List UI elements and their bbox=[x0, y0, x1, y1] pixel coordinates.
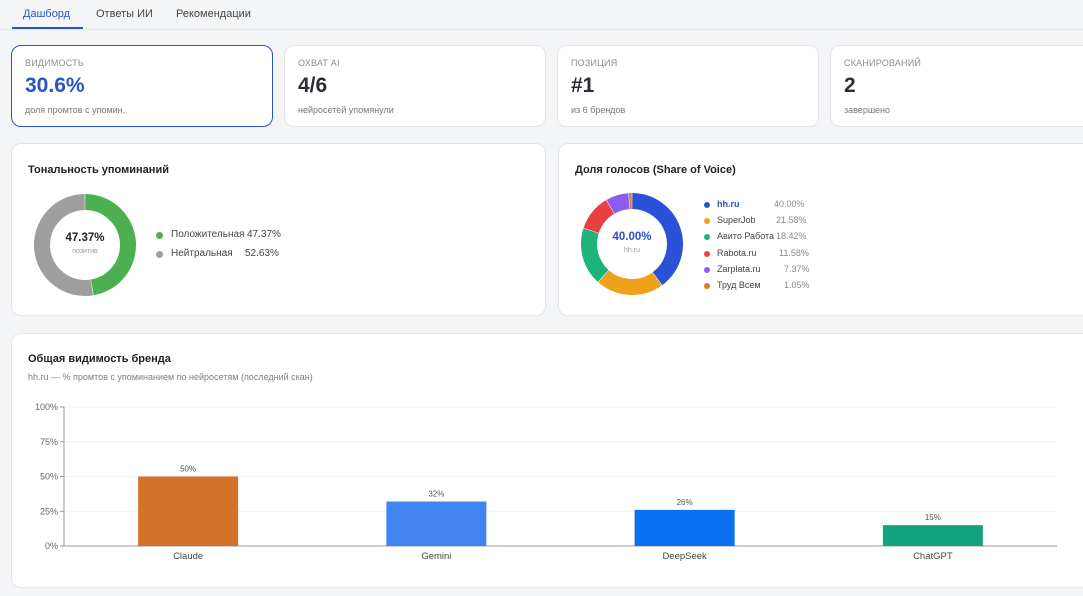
kpi-subtext: завершено bbox=[844, 105, 891, 115]
legend-dot bbox=[704, 283, 710, 289]
kpi-label: СКАНИРОВАНИЙ bbox=[844, 58, 922, 68]
legend-dot bbox=[704, 234, 710, 240]
card-title: Тональность упоминаний bbox=[28, 164, 169, 176]
donut-center-value: 47.37% bbox=[65, 232, 105, 244]
tab-ai-answers[interactable]: Ответы ИИ bbox=[96, 8, 153, 20]
card-subtitle: hh.ru — % промтов с упоминанием по нейро… bbox=[28, 372, 313, 382]
donut-center-value: 40.00% bbox=[612, 231, 652, 243]
sentiment-card: Тональность упоминаний 47.37% позитив По… bbox=[11, 143, 546, 316]
sov-legend-item: Rabota.ru 11.58% bbox=[704, 248, 824, 262]
kpi-card-position[interactable]: ПОЗИЦИЯ #1 из 6 брендов bbox=[557, 45, 819, 127]
kpi-label: ВИДИМОСТЬ bbox=[25, 58, 84, 68]
legend-label: Положительная bbox=[171, 229, 245, 240]
sentiment-slice-1 bbox=[34, 194, 94, 296]
tab-recommendations[interactable]: Рекомендации bbox=[176, 8, 251, 20]
kpi-value: 4/6 bbox=[298, 74, 328, 97]
legend-label: Труд Всем bbox=[717, 280, 761, 290]
bar-chatgpt[interactable] bbox=[882, 525, 983, 546]
kpi-value: #1 bbox=[571, 74, 595, 97]
y-tick-label: 75% bbox=[40, 437, 58, 447]
sentiment-slice-0 bbox=[84, 194, 136, 296]
legend-value: 11.58% bbox=[779, 248, 809, 258]
tab-dashboard[interactable]: Дашборд bbox=[23, 8, 70, 20]
legend-dot bbox=[704, 251, 710, 257]
brand-visibility-card: Общая видимость бренда hh.ru — % промтов… bbox=[11, 333, 1083, 588]
legend-value: 52.63% bbox=[245, 248, 279, 259]
x-tick-label: Gemini bbox=[421, 551, 451, 562]
sov-slice-3 bbox=[583, 200, 615, 234]
sov-legend-item: Zarplata.ru 7.37% bbox=[704, 264, 824, 278]
bar-value-label: 26% bbox=[677, 498, 693, 507]
legend-dot bbox=[156, 232, 163, 239]
kpi-label: ОХВАТ AI bbox=[298, 58, 340, 68]
sov-slice-4 bbox=[606, 193, 630, 214]
sentiment-donut-chart bbox=[34, 194, 136, 296]
kpi-value: 30.6% bbox=[25, 74, 85, 97]
y-tick-label: 25% bbox=[40, 506, 58, 516]
x-tick-label: Claude bbox=[173, 551, 203, 562]
legend-label: Zarplata.ru bbox=[717, 264, 761, 274]
kpi-card-scans[interactable]: СКАНИРОВАНИЙ 2 завершено bbox=[830, 45, 1083, 127]
bar-value-label: 32% bbox=[428, 490, 444, 499]
visibility-bar-chart: 0% 25% 50% 75% 100% 50% Claude 32% Gemini 26% Deep… bbox=[35, 402, 1057, 562]
kpi-value: 2 bbox=[844, 74, 856, 97]
legend-dot bbox=[704, 202, 710, 208]
active-tab-indicator bbox=[12, 27, 83, 29]
y-tick-label: 50% bbox=[40, 472, 58, 482]
legend-label: Нейтральная bbox=[171, 248, 233, 259]
share-of-voice-card: Доля голосов (Share of Voice) 40.00% hh.… bbox=[558, 143, 1083, 316]
legend-value: 1.05% bbox=[784, 280, 810, 290]
legend-label: Rabota.ru bbox=[717, 248, 757, 258]
kpi-subtext: доля промтов с упомин. bbox=[25, 105, 126, 115]
legend-label: SuperJob bbox=[717, 215, 756, 225]
kpi-label: ПОЗИЦИЯ bbox=[571, 58, 618, 68]
legend-value: 21.58% bbox=[776, 215, 807, 225]
kpi-card-visibility[interactable]: ВИДИМОСТЬ 30.6% доля промтов с упомин. bbox=[11, 45, 273, 127]
sov-legend-item: hh.ru 40.00% bbox=[704, 199, 824, 213]
legend-item-positive: Положительная 47.37% bbox=[156, 228, 296, 242]
y-tick-label: 0% bbox=[45, 541, 58, 551]
x-tick-label: ChatGPT bbox=[913, 551, 953, 562]
x-tick-label: DeepSeek bbox=[662, 551, 707, 562]
legend-label: hh.ru bbox=[717, 199, 740, 209]
legend-value: 7.37% bbox=[784, 264, 810, 274]
legend-dot bbox=[704, 218, 710, 224]
legend-value: 47.37% bbox=[247, 229, 281, 240]
legend-item-neutral: Нейтральная 52.63% bbox=[156, 247, 296, 261]
legend-label: Авито Работа bbox=[717, 231, 775, 241]
bar-value-label: 15% bbox=[925, 513, 941, 522]
y-tick-label: 100% bbox=[35, 402, 58, 412]
legend-value: 40.00% bbox=[774, 199, 805, 209]
kpi-subtext: нейросетей упомянули bbox=[298, 105, 394, 115]
sov-legend-item: SuperJob 21.58% bbox=[704, 215, 824, 229]
kpi-subtext: из 6 брендов bbox=[571, 105, 626, 115]
sov-legend-item: Авито Работа 18.42% bbox=[704, 231, 824, 245]
donut-center-label: позитив bbox=[72, 248, 98, 255]
card-title: Доля голосов (Share of Voice) bbox=[575, 164, 736, 176]
legend-value: 18.42% bbox=[776, 231, 807, 241]
card-title: Общая видимость бренда bbox=[28, 353, 171, 365]
donut-center-label: hh.ru bbox=[624, 247, 640, 254]
bar-gemini[interactable] bbox=[386, 501, 487, 546]
sov-slice-1 bbox=[598, 269, 662, 295]
legend-dot bbox=[704, 267, 710, 273]
kpi-card-ai-coverage[interactable]: ОХВАТ AI 4/6 нейросетей упомянули bbox=[284, 45, 546, 127]
legend-dot bbox=[156, 251, 163, 258]
sov-legend-item: Труд Всем 1.05% bbox=[704, 280, 824, 294]
bar-deepseek[interactable] bbox=[634, 509, 735, 546]
share-of-voice-donut-chart bbox=[581, 193, 683, 295]
tab-bar: Дашборд Ответы ИИ Рекомендации bbox=[0, 0, 1083, 30]
bar-value-label: 50% bbox=[180, 465, 196, 474]
bar-claude[interactable] bbox=[138, 476, 239, 547]
